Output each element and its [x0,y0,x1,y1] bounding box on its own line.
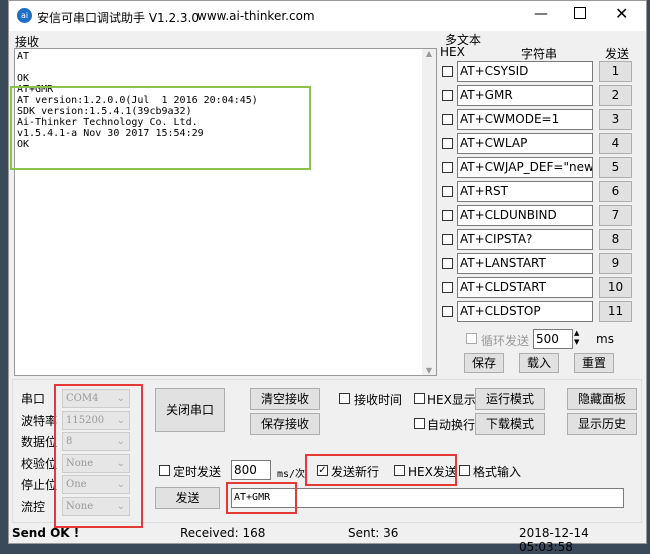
row-send-button[interactable]: 2 [599,85,632,106]
serial-flow-label: 流控 [21,499,46,514]
row-send-button[interactable]: 6 [599,181,632,202]
close-icon[interactable]: ✕ [615,4,628,23]
app-window: ai 安信可串口调试助手 V1.2.3.0 www.ai-thinker.com… [8,0,647,554]
highlight-box [10,86,311,170]
serial-stop-label: 停止位 [21,478,58,492]
row-hex-checkbox[interactable] [442,210,453,221]
window-url: www.ai-thinker.com [197,9,315,23]
newline-highlight [305,454,457,486]
row-hex-checkbox[interactable] [442,66,453,77]
serial-highlight [54,384,143,528]
save-receive-button[interactable]: 保存接收 [250,413,320,435]
interval-unit: ms/次 [277,469,306,480]
ms-label: ms [596,332,614,346]
row-hex-checkbox[interactable] [442,162,453,173]
scrollbar[interactable]: ▲ ▼ [422,49,436,375]
save-button[interactable]: 保存 [464,353,504,373]
send-header: 发送 [605,47,630,61]
row-hex-checkbox[interactable] [442,90,453,101]
row-string-input[interactable]: AT+CWJAP_DEF="newifi_ [457,157,593,178]
row-string-input[interactable]: AT+CWLAP [457,133,593,154]
row-string-input[interactable]: AT+GMR [457,85,593,106]
maximize-icon[interactable] [574,7,586,19]
auto-wrap-checkbox[interactable] [414,418,425,429]
run-mode-button[interactable]: 运行模式 [475,388,545,410]
row-send-button[interactable]: 7 [599,205,632,226]
serial-baud-label: 波特率 [21,413,58,428]
send-input-highlight [226,482,297,514]
app-logo-icon: ai [17,8,32,23]
received-count: Received: 168 [180,526,266,540]
row-send-button[interactable]: 8 [599,229,632,250]
title-bar: ai 安信可串口调试助手 V1.2.3.0 www.ai-thinker.com… [9,1,646,31]
receive-line: AT [17,51,30,62]
row-send-button[interactable]: 11 [599,301,632,322]
receive-line: OK [17,73,30,84]
hex-header: HEX [440,45,465,59]
load-button[interactable]: 载入 [519,353,559,373]
row-send-button[interactable]: 9 [599,253,632,274]
sent-count: Sent: 36 [348,526,399,540]
recv-time-checkbox[interactable] [339,393,350,404]
loop-send-checkbox[interactable] [466,333,477,344]
row-send-button[interactable]: 3 [599,109,632,130]
format-input-checkbox[interactable] [459,465,470,476]
row-string-input[interactable]: AT+LANSTART [457,253,593,274]
row-send-button[interactable]: 10 [599,277,632,298]
row-string-input[interactable]: AT+CWMODE=1 [457,109,593,130]
row-hex-checkbox[interactable] [442,186,453,197]
row-send-button[interactable]: 5 [599,157,632,178]
string-header: 字符串 [521,47,558,61]
hide-panel-button[interactable]: 隐藏面板 [567,388,637,410]
row-string-input[interactable]: AT+CLDSTART [457,277,593,298]
status-message: Send OK ! [12,526,80,540]
row-send-button[interactable]: 1 [599,61,632,82]
format-input-label: 格式输入 [473,465,522,479]
hex-show-checkbox[interactable] [414,393,425,404]
row-string-input[interactable]: AT+CIPSTA? [457,229,593,250]
row-hex-checkbox[interactable] [442,234,453,245]
row-send-button[interactable]: 4 [599,133,632,154]
row-hex-checkbox[interactable] [442,138,453,149]
download-mode-button[interactable]: 下载模式 [475,413,545,435]
hex-show-label: HEX显示 [427,393,476,407]
row-hex-checkbox[interactable] [442,258,453,269]
serial-parity-label: 校验位 [21,456,58,471]
spinner-icon[interactable]: ▲ ▼ [574,329,579,347]
interval-input[interactable]: 800 [231,460,271,480]
row-hex-checkbox[interactable] [442,306,453,317]
show-history-button[interactable]: 显示历史 [567,413,637,435]
timed-send-checkbox[interactable] [159,465,170,476]
serial-port-label: 串口 [21,392,46,406]
serial-data-label: 数据位 [21,435,58,449]
receive-line [17,62,434,73]
close-port-button[interactable]: 关闭串口 [155,388,225,432]
loop-send-label: 循环发送 [481,334,530,348]
recv-time-label: 接收时间 [354,393,403,407]
clear-receive-button[interactable]: 清空接收 [250,388,320,410]
reset-button[interactable]: 重置 [574,353,614,373]
row-string-input[interactable]: AT+RST [457,181,593,202]
auto-wrap-label: 自动换行 [427,418,476,432]
loop-interval-input[interactable]: 500 [533,329,573,349]
row-string-input[interactable]: AT+CSYSID [457,61,593,82]
window-title: 安信可串口调试助手 V1.2.3.0 [37,11,200,25]
minimize-icon[interactable]: — [534,6,548,22]
row-hex-checkbox[interactable] [442,114,453,125]
row-string-input[interactable]: AT+CLDUNBIND [457,205,593,226]
send-button[interactable]: 发送 [155,487,220,509]
row-string-input[interactable]: AT+CLDSTOP [457,301,593,322]
timed-send-label: 定时发送 [173,465,222,479]
status-time: 2018-12-14 05:03:58 [519,526,589,554]
row-hex-checkbox[interactable] [442,282,453,293]
